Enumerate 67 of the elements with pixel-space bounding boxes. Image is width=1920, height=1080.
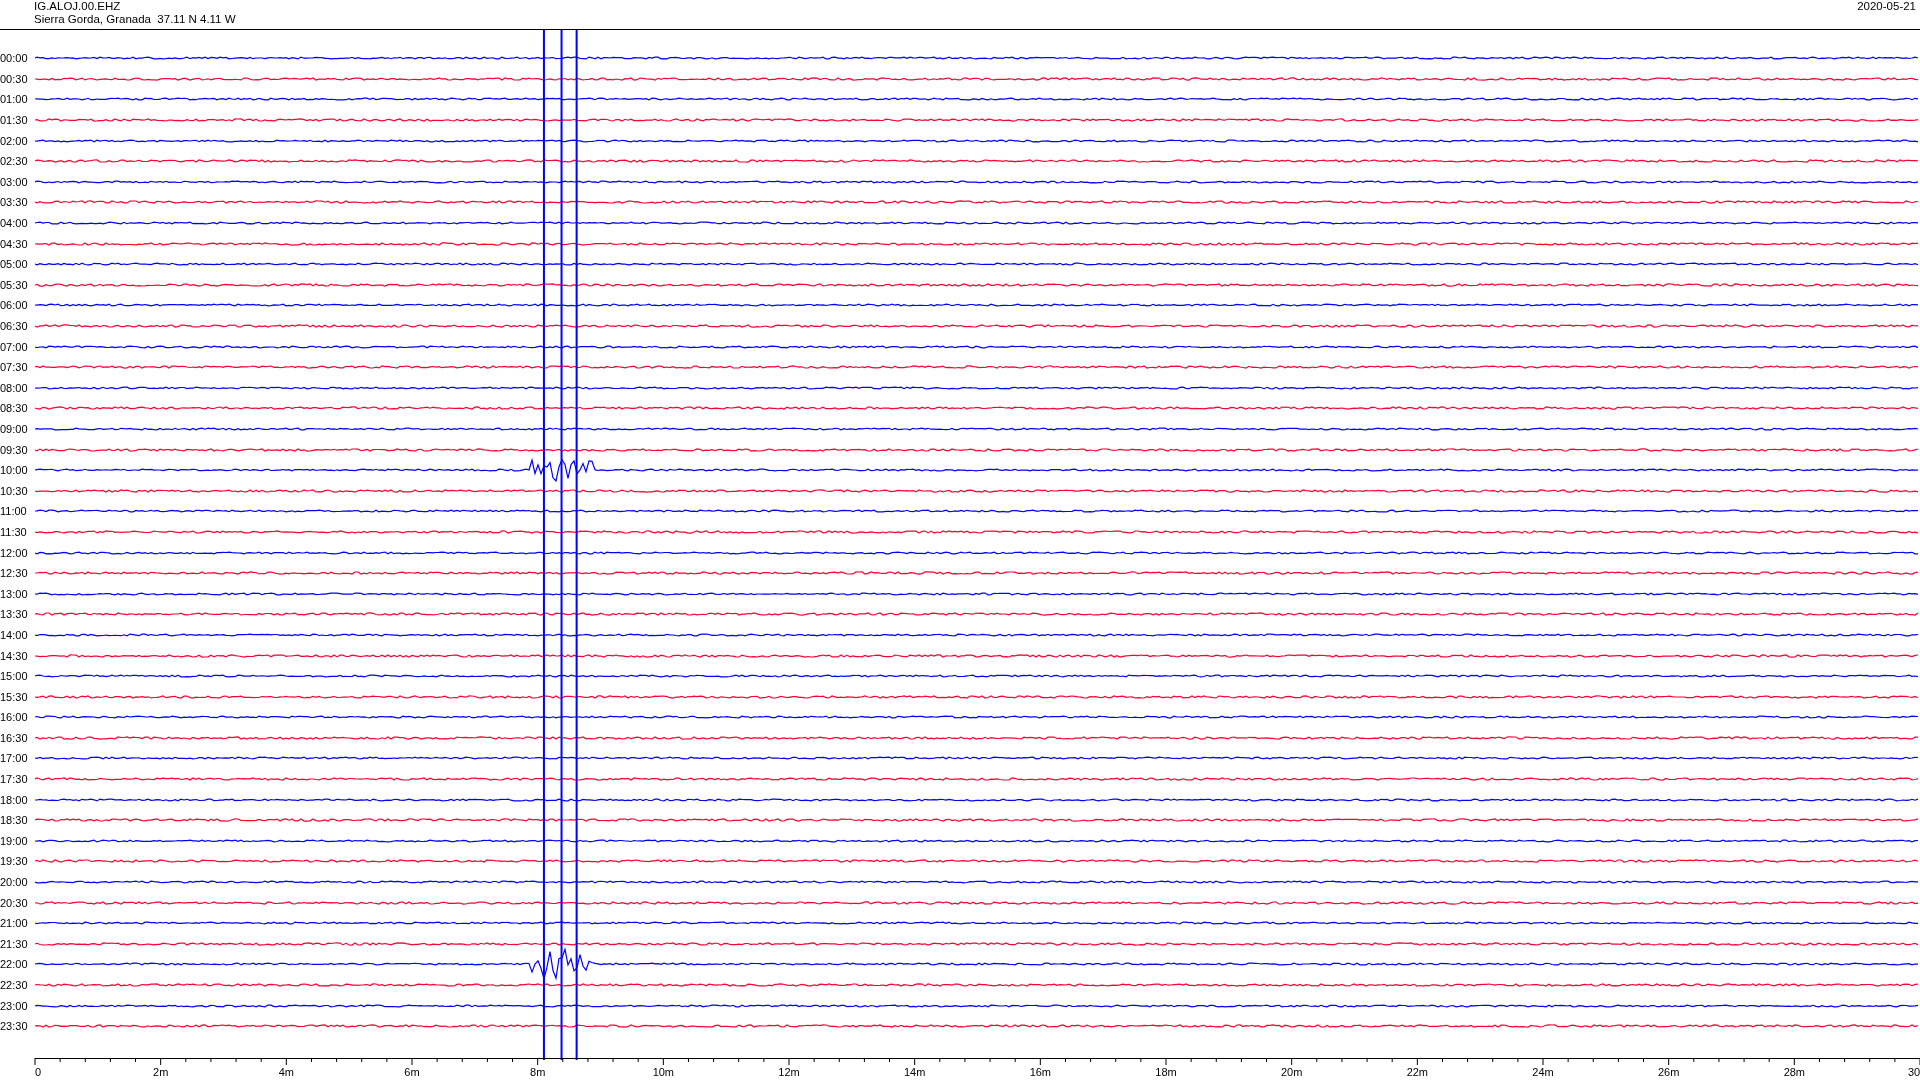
time-label: 17:00	[0, 752, 29, 765]
axis-label: 10m	[652, 1066, 675, 1078]
station-location: Sierra Gorda, Granada 37.11 N 4.11 W	[34, 13, 236, 26]
time-label: 22:00	[0, 958, 29, 971]
time-label: 19:30	[0, 855, 29, 868]
time-label: 05:30	[0, 278, 29, 291]
time-label: 21:30	[0, 937, 29, 950]
time-label: 08:30	[0, 402, 29, 415]
time-label: 10:30	[0, 484, 29, 497]
time-label: 12:30	[0, 567, 29, 580]
time-label: 06:00	[0, 299, 29, 312]
time-label: 00:30	[0, 72, 29, 85]
time-label: 20:00	[0, 876, 29, 889]
axis-label: 18m	[1155, 1066, 1177, 1078]
axis-label: 12m	[778, 1066, 800, 1078]
time-label: 02:00	[0, 134, 29, 147]
time-label: 17:30	[0, 773, 29, 786]
station-code: IG.ALOJ.00.EHZ	[34, 0, 122, 13]
time-label: 15:30	[0, 690, 29, 703]
axis-label: 30	[1907, 1066, 1920, 1078]
time-label: 13:30	[0, 608, 29, 621]
time-label: 03:30	[0, 196, 29, 209]
axis-label: 26m	[1657, 1066, 1680, 1078]
time-label: 14:30	[0, 649, 29, 662]
time-label: 06:30	[0, 320, 29, 332]
axis-label: 0	[34, 1066, 42, 1078]
axis-label: 16m	[1029, 1066, 1052, 1078]
axis-label: 14m	[903, 1066, 926, 1078]
axis-label: 6m	[404, 1066, 420, 1078]
axis-label: 4m	[278, 1066, 294, 1078]
time-label: 23:30	[0, 1020, 29, 1033]
axis-label: 8m	[530, 1066, 546, 1078]
time-label: 22:30	[0, 979, 29, 991]
time-label: 11:30	[0, 525, 28, 538]
time-label: 01:00	[0, 93, 29, 106]
time-label: 19:00	[0, 834, 29, 847]
date-label: 2020-05-21	[1857, 0, 1917, 14]
time-label: 11:00	[0, 505, 28, 518]
axis-label: 24m	[1532, 1066, 1554, 1078]
time-label: 04:30	[0, 237, 29, 250]
time-label: 23:00	[0, 999, 29, 1012]
time-label: 02:30	[0, 155, 29, 168]
time-label: 08:00	[0, 381, 29, 394]
time-label: 16:30	[0, 731, 29, 744]
time-label: 07:30	[0, 361, 29, 374]
time-label: 20:30	[0, 896, 29, 909]
time-label: 16:00	[0, 711, 29, 724]
time-label: 15:00	[0, 670, 29, 683]
time-label: 18:30	[0, 814, 29, 827]
time-label: 04:00	[0, 217, 29, 230]
time-label: 18:00	[0, 793, 29, 806]
axis-label: 2m	[153, 1066, 169, 1078]
time-label: 12:00	[0, 546, 29, 559]
time-label: 21:00	[0, 917, 29, 930]
time-label: 10:00	[0, 464, 29, 477]
time-label: 09:30	[0, 443, 29, 456]
time-label: 13:00	[0, 587, 29, 600]
time-label: 09:00	[0, 423, 29, 435]
time-label: 05:00	[0, 258, 29, 271]
time-label: 03:00	[0, 175, 29, 188]
time-label: 07:00	[0, 340, 29, 353]
axis-label: 28m	[1783, 1066, 1806, 1078]
axis-label: 22m	[1406, 1066, 1429, 1078]
time-label: 00:00	[0, 52, 29, 65]
axis-label: 20m	[1280, 1066, 1303, 1078]
time-label: 01:30	[0, 114, 29, 127]
time-label: 14:00	[0, 628, 29, 641]
